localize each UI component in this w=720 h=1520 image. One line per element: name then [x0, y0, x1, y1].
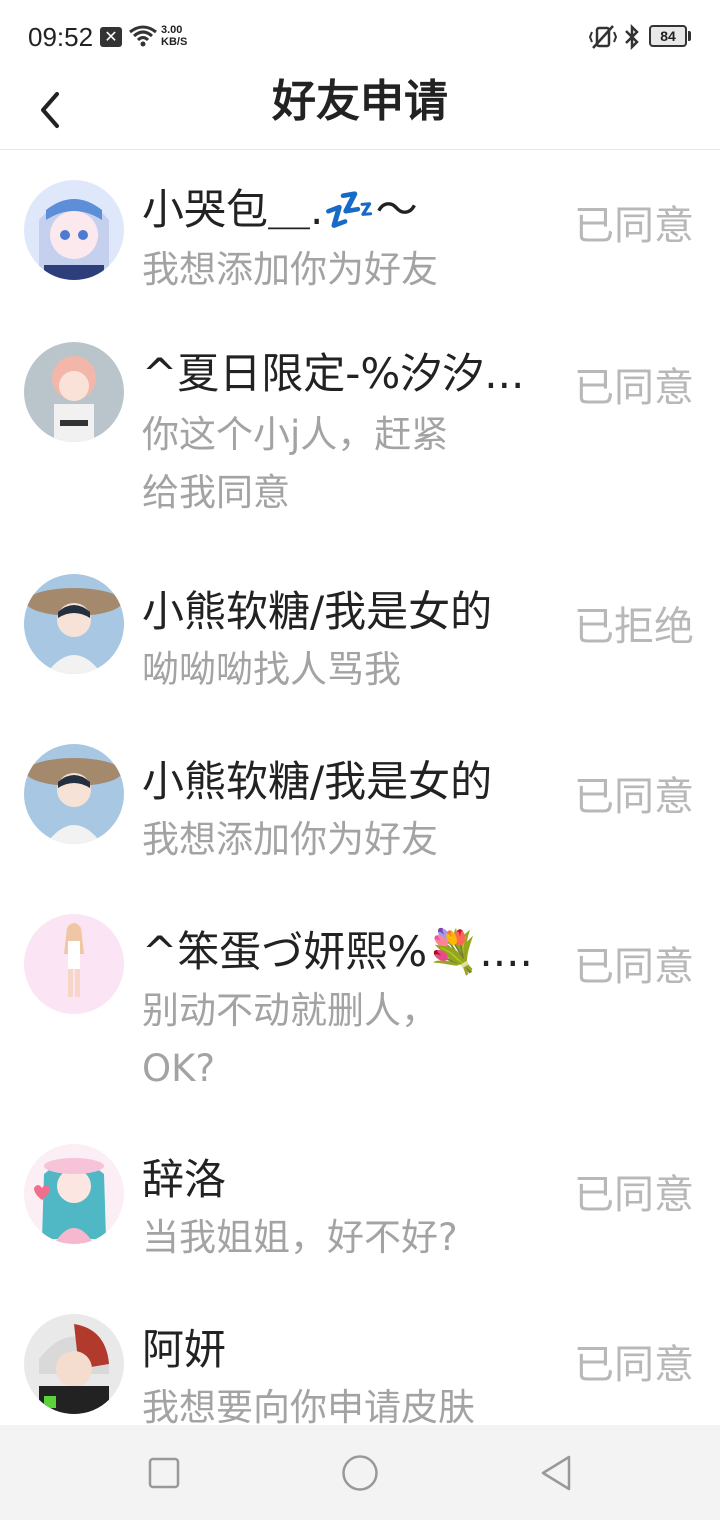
- avatar-image: [24, 180, 124, 280]
- request-status: 已同意: [574, 1342, 694, 1388]
- status-bar: 09:52 ✕ 3.00 KB/S 84: [0, 0, 720, 70]
- friend-request-item[interactable]: ^笨蛋づ妍熙%💐.... 别动不动就删人，OK? 已同意: [0, 892, 720, 1122]
- friend-request-item[interactable]: 小熊软糖/我是女的 我想添加你为好友 已同意: [0, 722, 720, 892]
- network-speed: 3.00 KB/S: [161, 24, 187, 48]
- avatar-image: [24, 744, 124, 844]
- friend-request-item[interactable]: 阿妍 我想要向你申请皮肤 已同意: [0, 1292, 720, 1425]
- request-message: 我想添加你为好友: [142, 818, 438, 861]
- requester-name: 小熊软糖/我是女的: [142, 757, 493, 806]
- square-icon: [148, 1457, 180, 1489]
- requester-name: 阿妍: [142, 1325, 227, 1374]
- avatar-image: [24, 574, 124, 674]
- wifi-icon: [129, 25, 157, 47]
- requester-name: 小哭包＿.💤～: [142, 185, 418, 234]
- friend-request-item[interactable]: 小哭包＿.💤～ 我想添加你为好友 已同意: [0, 150, 720, 322]
- avatar[interactable]: [24, 744, 124, 844]
- back-nav-button[interactable]: [536, 1453, 576, 1493]
- system-nav-bar: [0, 1425, 720, 1520]
- friend-request-list: 小哭包＿.💤～ 我想添加你为好友 已同意 ^夏日限定-%汐汐... 你这个小j人…: [0, 150, 720, 1425]
- app-header: 好友申请: [0, 70, 720, 150]
- status-time: 09:52: [28, 22, 94, 52]
- request-status: 已同意: [574, 774, 694, 820]
- avatar-image: [24, 342, 124, 442]
- triangle-back-icon: [541, 1455, 571, 1491]
- request-status: 已同意: [574, 203, 694, 249]
- request-status: 已拒绝: [574, 604, 694, 650]
- avatar[interactable]: [24, 180, 124, 280]
- vibrate-icon: [588, 25, 618, 49]
- recents-button[interactable]: [144, 1453, 184, 1493]
- requester-name: 小熊软糖/我是女的: [142, 587, 493, 636]
- circle-icon: [342, 1455, 378, 1491]
- requester-name: 辞洛: [142, 1155, 227, 1204]
- avatar-image: [24, 1144, 124, 1244]
- requester-name: ^夏日限定-%汐汐...: [142, 349, 525, 398]
- bluetooth-icon: [625, 24, 639, 50]
- avatar[interactable]: [24, 342, 124, 442]
- battery-icon: [688, 31, 691, 41]
- avatar[interactable]: [24, 914, 124, 1014]
- avatar[interactable]: [24, 574, 124, 674]
- request-message: 你这个小j人，赶紧给我同意: [142, 413, 449, 514]
- request-status: 已同意: [574, 944, 694, 990]
- friend-request-item[interactable]: ^夏日限定-%汐汐... 你这个小j人，赶紧给我同意 已同意: [0, 322, 720, 552]
- avatar-image: [24, 1314, 124, 1414]
- notification-icon: ✕: [100, 27, 122, 47]
- request-status: 已同意: [574, 365, 694, 411]
- request-message: 别动不动就删人，OK?: [142, 989, 438, 1090]
- network-speed-value: 3.00: [161, 24, 183, 36]
- requester-name: ^笨蛋づ妍熙%💐....: [142, 927, 533, 976]
- back-button[interactable]: [28, 82, 72, 138]
- avatar-image: [24, 914, 124, 1014]
- request-status: 已同意: [574, 1172, 694, 1218]
- page-title: 好友申请: [272, 76, 448, 127]
- network-speed-unit: KB/S: [161, 36, 188, 48]
- friend-request-item[interactable]: 小熊软糖/我是女的 呦呦呦找人骂我 已拒绝: [0, 552, 720, 722]
- home-button[interactable]: [340, 1453, 380, 1493]
- avatar[interactable]: [24, 1144, 124, 1244]
- avatar[interactable]: [24, 1314, 124, 1414]
- friend-request-item[interactable]: 辞洛 当我姐姐，好不好? 已同意: [0, 1122, 720, 1292]
- battery-level: 84: [649, 25, 687, 47]
- request-message: 当我姐姐，好不好?: [142, 1216, 458, 1259]
- chevron-left-icon: [41, 92, 59, 128]
- request-message: 我想要向你申请皮肤: [142, 1386, 475, 1425]
- request-message: 我想添加你为好友: [142, 248, 438, 291]
- request-message: 呦呦呦找人骂我: [142, 648, 401, 691]
